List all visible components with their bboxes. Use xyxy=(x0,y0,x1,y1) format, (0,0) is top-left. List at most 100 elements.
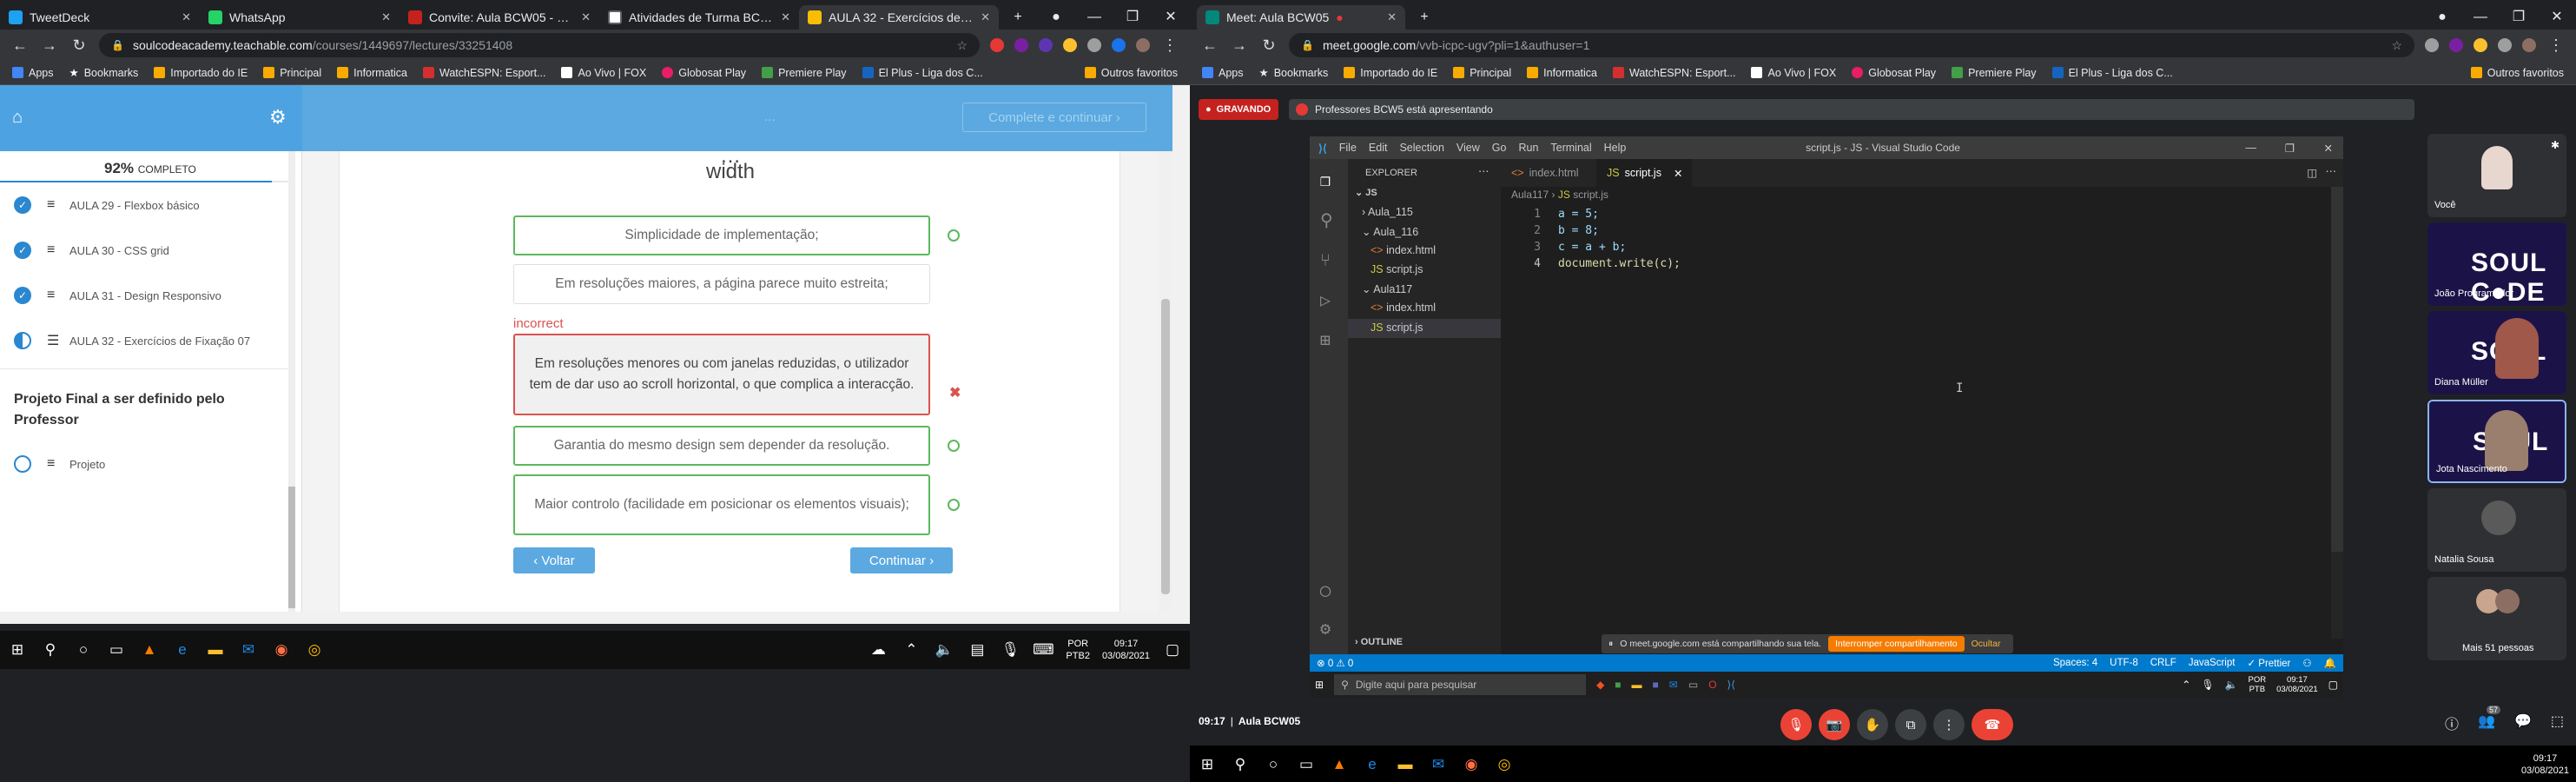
editor-scrollbar[interactable] xyxy=(2331,187,2343,639)
cortana-icon[interactable]: ○ xyxy=(1263,754,1284,775)
lesson-item[interactable]: ✓ ≡ AULA 30 - CSS grid xyxy=(0,228,295,273)
info-icon[interactable]: ⓘ xyxy=(2445,712,2459,733)
bookmark-item[interactable]: Informatica xyxy=(1527,67,1597,79)
chevron-up-icon[interactable]: ⌃ xyxy=(2182,679,2190,691)
forward-icon[interactable]: → xyxy=(1230,36,1249,55)
leave-call-button[interactable]: ☎ xyxy=(1972,709,2013,740)
bookmark-item[interactable]: ★ Bookmarks xyxy=(1259,66,1329,80)
star-icon[interactable]: ☆ xyxy=(956,38,968,53)
mic-off-button[interactable]: 🎙 xyxy=(1780,709,1812,740)
participant-tile[interactable]: SOUL C●DE João Programador xyxy=(2427,222,2566,306)
gear-icon[interactable]: ⚙ xyxy=(269,106,287,129)
extensions-icon[interactable]: ⊞ xyxy=(1320,329,1331,350)
folder-root[interactable]: ⌄ JS xyxy=(1355,187,1377,198)
answer-option-selected[interactable]: Em resoluções menores ou com janelas red… xyxy=(513,334,930,415)
app-icon[interactable]: ■ xyxy=(1615,679,1621,691)
maximize-button[interactable]: ❐ xyxy=(1113,5,1152,30)
chat-icon[interactable]: 💬 xyxy=(2514,712,2532,733)
lesson-item[interactable]: ✓ ≡ AULA 29 - Flexbox básico xyxy=(0,182,295,228)
lesson-item[interactable]: ≡ Projeto xyxy=(0,441,295,487)
tab-meet[interactable]: Meet: Aula BCW05 ● ✕ xyxy=(1197,5,1405,30)
volume-icon[interactable]: 🔈 xyxy=(2225,679,2238,691)
bookmark-item[interactable]: Ao Vivo | FOX xyxy=(1751,67,1836,79)
run-debug-icon[interactable]: ▷ xyxy=(1320,289,1331,310)
maximize-button[interactable]: ❐ xyxy=(2500,5,2538,30)
tab-aula32[interactable]: AULA 32 - Exercícios de Fixaç✕ xyxy=(799,5,999,30)
keyboard-icon[interactable]: ⌨ xyxy=(1033,640,1054,660)
task-view-icon[interactable]: ▭ xyxy=(1296,754,1317,775)
close-window-button[interactable]: ✕ xyxy=(1152,5,1190,30)
bell-icon[interactable]: 🔔 xyxy=(2324,657,2336,669)
menu-selection[interactable]: Selection xyxy=(1399,142,1443,154)
bookmark-item[interactable]: Principal xyxy=(263,67,321,79)
firefox-icon[interactable]: ◉ xyxy=(271,640,292,660)
bookmark-item[interactable]: Globosat Play xyxy=(1852,67,1936,79)
source-control-icon[interactable]: ⑂ xyxy=(1320,249,1331,270)
present-button[interactable]: ⧉ xyxy=(1895,709,1926,740)
participant-tile[interactable]: Natalia Sousa xyxy=(2427,488,2566,572)
notification-icon[interactable]: ▢ xyxy=(1162,640,1183,660)
other-bookmarks[interactable]: Outros favoritos xyxy=(1084,67,1178,79)
cloud-icon[interactable]: ☁ xyxy=(868,640,888,660)
input-language[interactable]: POR PTB xyxy=(2249,675,2267,694)
close-icon[interactable]: ✕ xyxy=(182,10,191,24)
bookmark-item[interactable]: Importado do IE xyxy=(1344,67,1437,79)
windows-start-icon[interactable]: ⊞ xyxy=(1315,679,1324,691)
search-icon[interactable]: ⚲ xyxy=(40,640,61,660)
explorer-icon[interactable]: ❐ xyxy=(1320,169,1331,190)
mail-icon[interactable]: ✉ xyxy=(1428,754,1449,775)
vlc-icon[interactable]: ▲ xyxy=(1329,754,1350,775)
back-icon[interactable]: ← xyxy=(10,36,30,55)
reload-icon[interactable]: ↻ xyxy=(69,36,89,55)
profile-icon[interactable]: ● xyxy=(1037,5,1075,30)
continue-button[interactable]: Continuar › xyxy=(850,547,953,573)
search-icon[interactable]: ⚲ xyxy=(1230,754,1251,775)
home-icon[interactable]: ⌂ xyxy=(12,108,23,128)
extension-icon[interactable] xyxy=(2425,38,2439,52)
clock[interactable]: 09:17 03/08/2021 xyxy=(2276,675,2318,694)
menu-run[interactable]: Run xyxy=(1518,142,1538,154)
horizontal-scrollbar[interactable] xyxy=(0,612,1190,624)
bookmark-item[interactable]: WatchESPN: Esport... xyxy=(422,67,545,79)
answer-option[interactable]: Em resoluções maiores, a página parece m… xyxy=(513,264,930,304)
close-window-button[interactable]: ✕ xyxy=(2324,142,2333,155)
close-icon[interactable]: ✕ xyxy=(781,10,790,24)
folder-icon[interactable]: ▬ xyxy=(205,640,226,660)
bookmark-item[interactable]: Globosat Play xyxy=(662,67,746,79)
problems-indicator[interactable]: ⊗ 0 ⚠ 0 xyxy=(1317,657,1353,669)
mail-icon[interactable]: ✉ xyxy=(1669,679,1678,691)
brave-icon[interactable]: ◆ xyxy=(1596,679,1604,691)
minimize-button[interactable]: — xyxy=(2461,5,2500,30)
file-item[interactable]: JS script.js xyxy=(1371,263,1423,275)
volume-icon[interactable]: 🔈 xyxy=(934,640,954,660)
answer-option[interactable]: Simplicidade de implementação; xyxy=(513,215,930,255)
other-bookmarks[interactable]: Outros favoritos xyxy=(2470,67,2564,79)
chrome-icon[interactable]: ◎ xyxy=(304,640,325,660)
bookmark-item[interactable]: El Plus - Liga dos C... xyxy=(862,67,983,79)
folder-item[interactable]: ⌄ Aula_116 xyxy=(1362,225,1418,238)
folder-icon[interactable]: ▬ xyxy=(1632,679,1642,691)
back-icon[interactable]: ← xyxy=(1200,36,1219,55)
clock[interactable]: 09:17 03/08/2021 xyxy=(1102,638,1150,662)
input-language[interactable]: POR PTB2 xyxy=(1066,638,1090,662)
firefox-icon[interactable]: ◉ xyxy=(1461,754,1482,775)
menu-go[interactable]: Go xyxy=(1492,142,1507,154)
adblock-icon[interactable] xyxy=(990,38,1004,52)
bookmark-item[interactable]: Premiere Play xyxy=(762,67,847,79)
edge-icon[interactable]: e xyxy=(1362,754,1383,775)
file-item[interactable]: <> index.html xyxy=(1371,244,1436,256)
folder-item[interactable]: ⌄ Aula117 xyxy=(1362,282,1412,295)
more-options-button[interactable]: ⋮ xyxy=(1933,709,1965,740)
address-bar[interactable]: 🔒 soulcodeacademy.teachable.com/courses/… xyxy=(99,33,980,57)
windows-start-icon[interactable]: ⊞ xyxy=(7,640,28,660)
close-window-button[interactable]: ✕ xyxy=(2538,5,2576,30)
extension-icon[interactable] xyxy=(1039,38,1053,52)
clock[interactable]: 09:17 03/08/2021 xyxy=(2521,752,2569,777)
participant-tile-active[interactable]: SOUL Jota Nascimento xyxy=(2427,400,2566,483)
mail-icon[interactable]: ✉ xyxy=(238,640,259,660)
close-icon[interactable]: ✕ xyxy=(581,10,591,24)
tab-convite[interactable]: Convite: Aula BCW05 - Sema ✕ xyxy=(400,5,599,30)
extension-icon[interactable] xyxy=(2449,38,2463,52)
account-icon[interactable]: ◯ xyxy=(1320,580,1331,600)
new-tab-button[interactable]: + xyxy=(1405,5,1443,30)
